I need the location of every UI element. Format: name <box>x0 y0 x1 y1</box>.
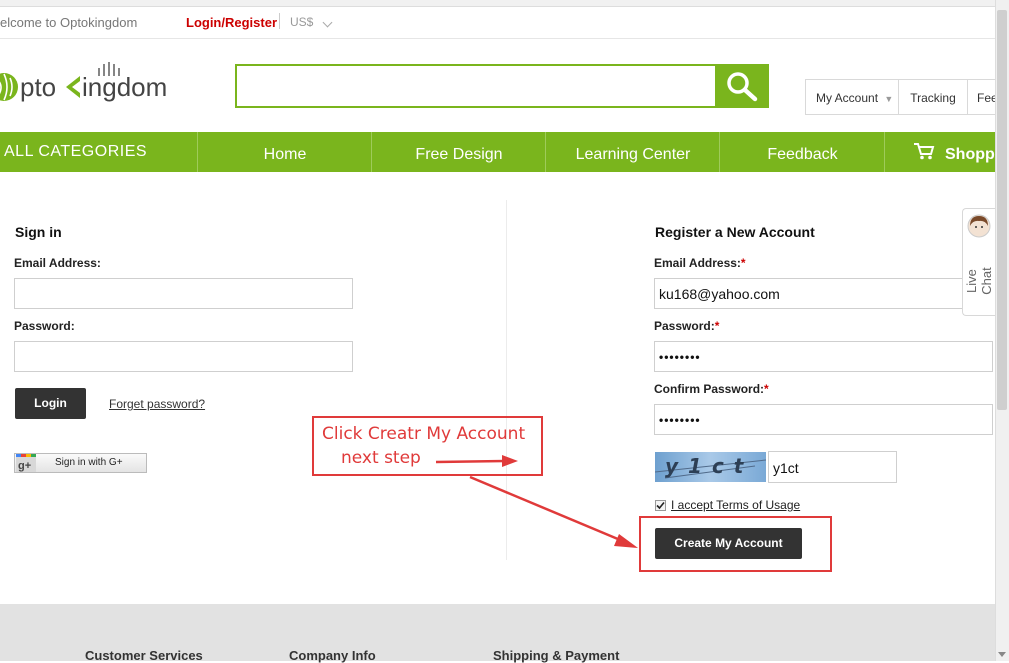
annotation-arrowhead-short <box>502 455 518 467</box>
agent-avatar <box>967 214 991 238</box>
annotation-arrow-long <box>469 475 626 544</box>
annotation-arrows <box>435 455 638 548</box>
annotation-arrowhead-long <box>614 534 638 548</box>
live-chat-label[interactable]: Live Chat <box>964 259 994 303</box>
annotation-arrow-short <box>435 459 506 464</box>
scrollbar-thumb[interactable] <box>997 10 1007 410</box>
scroll-down-icon[interactable] <box>998 652 1006 657</box>
